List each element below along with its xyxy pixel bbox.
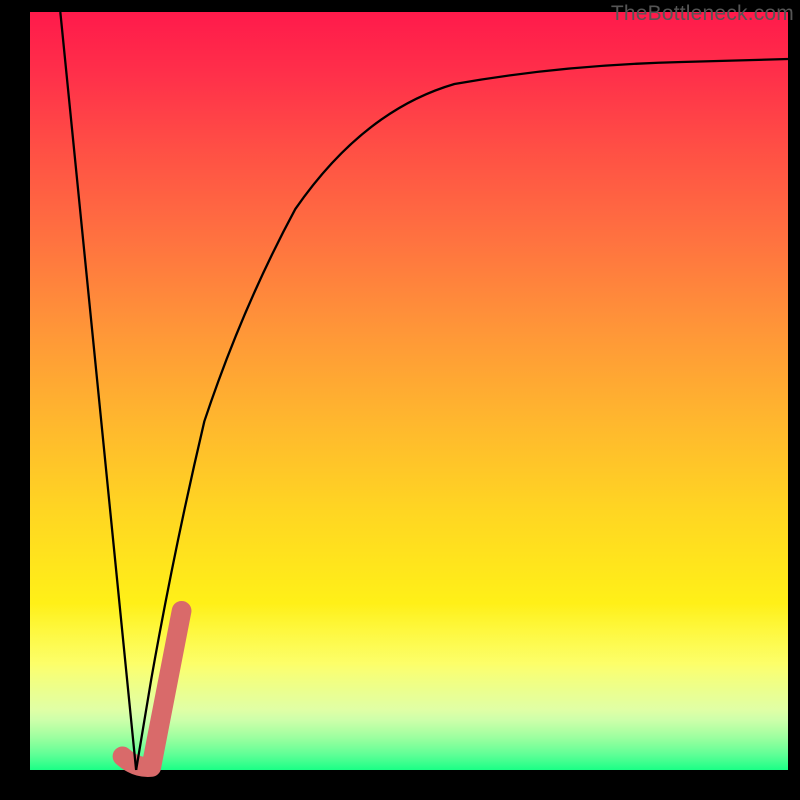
bottleneck-curve-right	[136, 59, 788, 770]
watermark-text: TheBottleneck.com	[611, 2, 794, 26]
bottleneck-curve-left	[60, 12, 136, 770]
plot-area	[30, 12, 788, 770]
chart-stage: TheBottleneck.com	[0, 0, 800, 800]
highlight-segment	[122, 611, 181, 767]
curve-layer	[30, 12, 788, 770]
